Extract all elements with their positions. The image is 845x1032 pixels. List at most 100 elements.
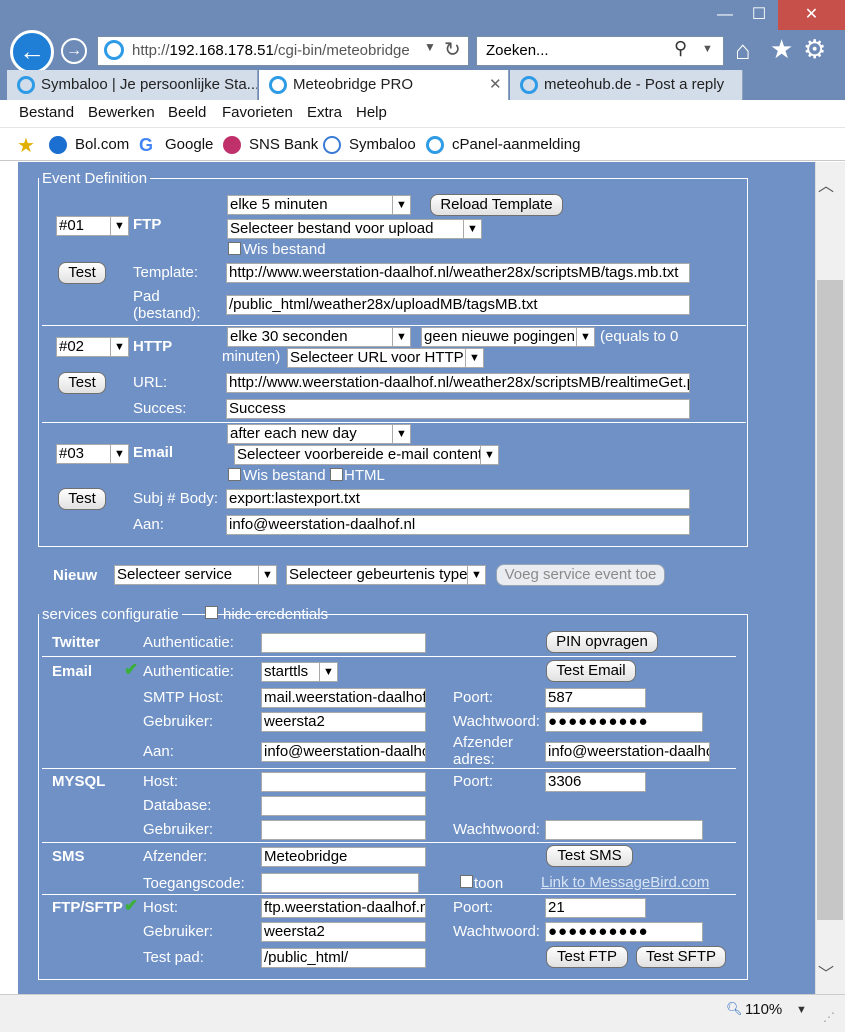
sms-code-input[interactable] [261,873,419,893]
event-3-number-select[interactable]: #03 ▼ [56,444,129,464]
ftp-host-label: Host: [143,899,179,916]
ftp-port-input[interactable]: 21 [545,898,646,918]
sms-sender-label: Afzender: [143,848,208,865]
fav-snsbank[interactable]: SNS Bank [223,136,318,154]
event-1-number-select[interactable]: #01 ▼ [56,216,129,236]
event-type-select[interactable]: Selecteer gebeurtenis type ▼ [286,565,486,585]
back-arrow-icon[interactable]: ← [10,30,54,74]
test-sms-button[interactable]: Test SMS [546,845,633,867]
maximize-button[interactable]: ☐ [742,0,776,30]
tab-meteohub[interactable]: meteohub.de - Post a reply [510,70,743,100]
address-path: /cgi-bin/meteobridge [273,42,410,59]
path-input[interactable]: /public_html/weather28x/uploadMB/tagsMB.… [226,295,690,315]
event-3-interval-select[interactable]: after each new day ▼ [227,424,411,444]
favorites-star-icon[interactable]: ★ [770,34,793,65]
menu-beeld[interactable]: Beeld [168,104,206,121]
fav-symbaloo[interactable]: Symbaloo [323,136,416,154]
template-input[interactable]: http://www.weerstation-daalhof.nl/weathe… [226,263,690,283]
ftp-test-path-input[interactable]: /public_html/ [261,948,426,968]
email-port-input[interactable]: 587 [545,688,646,708]
close-tab-icon[interactable]: ✕ [489,70,502,99]
divider [42,656,736,657]
email-password-input[interactable]: ●●●●●●●●●● [545,712,703,732]
test-sftp-button[interactable]: Test SFTP [636,946,726,968]
menu-help[interactable]: Help [356,104,387,121]
search-icon[interactable]: ⚲ [674,38,687,59]
tab-symbaloo[interactable]: Symbaloo | Je persoonlijke Sta... [7,70,258,100]
event-3-test-button[interactable]: Test [58,488,106,510]
dropdown-icon[interactable]: ▼ [424,40,436,54]
sms-sender-input[interactable]: Meteobridge [261,847,426,867]
email-to-input[interactable]: info@weerstation-daalhof.nl [261,742,426,762]
refresh-icon[interactable]: ↻ [444,37,461,62]
scroll-up-icon[interactable]: ︿ [818,172,834,196]
email-user-input[interactable]: weersta2 [261,712,426,732]
event-1-test-button[interactable]: Test [58,262,106,284]
add-service-event-button[interactable]: Voeg service event toe [496,564,665,586]
event-3-html-checkbox[interactable] [330,468,343,481]
show-code-checkbox[interactable] [460,875,473,888]
mysql-database-input[interactable] [261,796,426,816]
mysql-password-input[interactable] [545,820,703,840]
menu-bestand[interactable]: Bestand [19,104,74,121]
fav-bolcom[interactable]: Bol.com [49,136,129,154]
twitter-auth-input[interactable] [261,633,426,653]
sms-code-label: Toegangscode: [143,875,245,892]
select-value: #03 [59,445,85,462]
ftp-user-input[interactable]: weersta2 [261,922,426,942]
search-dropdown-icon[interactable]: ▼ [702,43,713,55]
event-2-retries-select[interactable]: geen nieuwe pogingen ▼ [421,327,595,347]
success-input[interactable]: Success [226,399,690,419]
to-input[interactable]: info@weerstation-daalhof.nl [226,515,690,535]
sender-address-input[interactable]: info@weerstation-daalhof.nl [545,742,710,762]
event-2-number-select[interactable]: #02 ▼ [56,337,129,357]
menu-extra[interactable]: Extra [307,104,342,121]
event-3-delete-checkbox[interactable] [228,468,241,481]
hide-credentials-checkbox[interactable] [205,606,218,619]
mysql-host-input[interactable] [261,772,426,792]
scroll-down-icon[interactable]: ﹀ [818,960,834,984]
event-1-delete-checkbox[interactable] [228,242,241,255]
ftp-password-input[interactable]: ●●●●●●●●●● [545,922,703,942]
pin-request-button[interactable]: PIN opvragen [546,631,658,653]
template-label: Template: [133,264,199,281]
zoom-dropdown-icon[interactable]: ▼ [796,1004,807,1016]
minimize-button[interactable]: — [708,0,742,30]
event-1-interval-select[interactable]: elke 5 minuten ▼ [227,195,411,215]
event-3-delete-label: Wis bestand [243,467,326,484]
add-favorite-star-icon[interactable]: ★ [17,133,35,158]
close-window-button[interactable]: ✕ [778,0,845,30]
gear-icon[interactable]: ⚙ [803,34,826,65]
email-auth-select[interactable]: starttls ▼ [261,662,338,682]
menu-favorieten[interactable]: Favorieten [222,104,293,121]
subject-input[interactable]: export:lastexport.txt [226,489,690,509]
event-2-url-select[interactable]: Selecteer URL voor HTTP ▼ [287,348,484,368]
test-email-button[interactable]: Test Email [546,660,636,682]
event-1-file-select[interactable]: Selecteer bestand voor upload ▼ [227,219,482,239]
fav-cpanel[interactable]: cPanel-aanmelding [426,136,580,154]
menu-bewerken[interactable]: Bewerken [88,104,155,121]
mysql-user-input[interactable] [261,820,426,840]
home-icon[interactable]: ⌂ [735,35,751,66]
reload-template-button[interactable]: Reload Template [430,194,563,216]
scrollbar-thumb[interactable] [817,280,843,920]
fav-google[interactable]: G Google [139,136,213,154]
sms-heading: SMS [52,848,85,865]
event-3-content-select[interactable]: Selecteer voorbereide e-mail content ▼ [234,445,499,465]
tab-meteobridge[interactable]: Meteobridge PRO ✕ [259,70,509,100]
mysql-port-input[interactable]: 3306 [545,772,646,792]
zoom-icon[interactable]: 🔍︎ [726,1001,743,1017]
messagebird-link[interactable]: Link to MessageBird.com [541,874,709,891]
smtp-host-input[interactable]: mail.weerstation-daalhof.nl [261,688,426,708]
event-2-interval-select[interactable]: elke 30 seconden ▼ [227,327,411,347]
resize-grip-icon[interactable]: ⋰ [823,1010,835,1024]
address-bar[interactable]: http://192.168.178.51/cgi-bin/meteobridg… [97,36,469,66]
ftp-host-input[interactable]: ftp.weerstation-daalhof.nl [261,898,426,918]
zoom-level[interactable]: 110% [745,1001,782,1018]
url-input[interactable]: http://www.weerstation-daalhof.nl/weathe… [226,373,690,393]
event-2-test-button[interactable]: Test [58,372,106,394]
forward-arrow-icon[interactable]: → [61,38,87,64]
service-select[interactable]: Selecteer service ▼ [114,565,277,585]
test-ftp-button[interactable]: Test FTP [546,946,628,968]
symbaloo-icon [323,136,341,154]
